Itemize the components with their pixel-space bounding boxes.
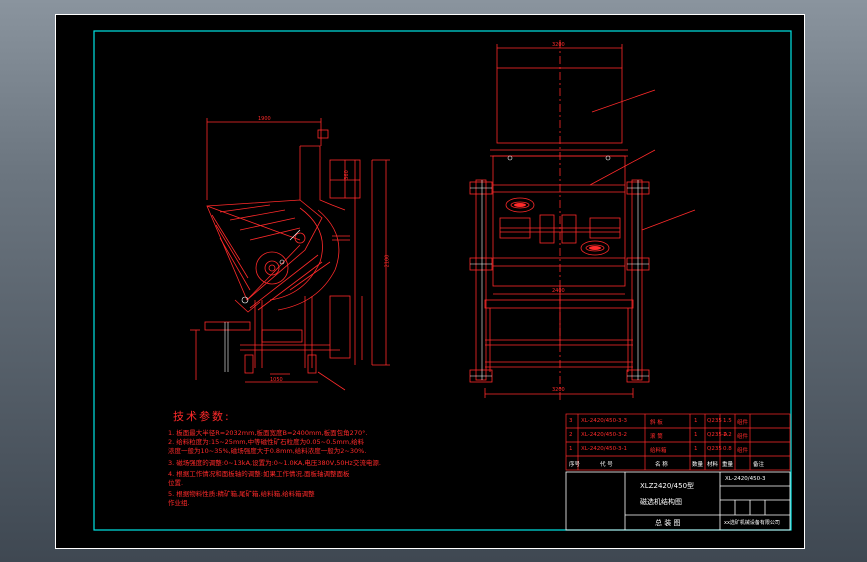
bom-header-wt: 重量 (722, 462, 734, 468)
bom-row-note: 组件 (737, 420, 749, 426)
tech-note: 1. 板面最大半径R=2032mm,板面宽度B=2400mm,板面包角270°. (168, 429, 368, 437)
bom-header-no: 序号 (569, 462, 581, 468)
dim-side-right: 360 (343, 170, 350, 180)
bom-row-no: 3 (569, 418, 573, 424)
front-view-white (470, 155, 649, 380)
bom-row-name: 滚 筒 (650, 434, 663, 440)
inner-border (93, 30, 792, 531)
title-drawing-no: XL-2420/450-3 (725, 476, 766, 482)
dim-side-bottom: 1050 (270, 377, 283, 383)
tech-note: 3. 磁场强度的调整:0~13kA,设置为:0~1.0KA,电压380V,50H… (168, 459, 381, 467)
front-view-ovals (514, 203, 601, 250)
tech-note: 5. 根据物料性质:精矿箱,尾矿箱,给料箱,给料箱调整 (168, 490, 315, 498)
dim-front-bottom: 3200 (552, 387, 565, 393)
bom-row-wt: 1.5 (723, 418, 732, 424)
dim-front-mid: 2400 (552, 288, 565, 294)
bom-row-wt: 0.8 (723, 446, 732, 452)
title-model: XLZ2420/450型 (640, 482, 695, 490)
side-view (190, 118, 390, 391)
bom-row-qty: 1 (694, 446, 698, 452)
tech-note: 作业组. (168, 499, 190, 507)
dim-front-top: 3200 (552, 42, 565, 48)
tech-note: 2. 给料粒度为:15~25mm,中等磁性矿石粒度为0.05~0.5mm,给料 (168, 438, 365, 446)
bom-row-no: 1 (569, 446, 573, 452)
tech-note: 4. 根据工作情况和面板轴的调整:如果工作情况,面板轴调整面板 (168, 470, 350, 478)
bom-row-qty: 1 (694, 418, 698, 424)
bom-row-code: XL-2420/450-3-1 (581, 446, 628, 452)
dim-side-top: 1900 (258, 116, 271, 122)
bom-row-name: 给料箱 (650, 448, 667, 454)
tech-req-title: 技术参数: (173, 410, 231, 423)
bom-header-name: 名 称 (655, 462, 668, 468)
bom-row-no: 2 (569, 432, 573, 438)
tech-note: 浓度一般为10~35%,磁场强度大于0.8mm,给料浓度一般为2~30%. (168, 447, 367, 455)
bom-header-mat: 材料 (707, 462, 719, 468)
bom-row-mat: Q235 (707, 446, 722, 452)
bom-row-mat: Q235 (707, 418, 722, 424)
front-view (469, 40, 696, 400)
bom-row-code: XL-2420/450-3-3 (581, 418, 628, 424)
bom-row-name: 斜 板 (650, 420, 663, 426)
title-company: xx选矿机械设备有限公司 (724, 520, 780, 526)
tech-note: 位置. (168, 479, 184, 487)
bom-row-code: XL-2420/450-3-2 (581, 432, 628, 438)
bom-row-note: 组件 (737, 448, 749, 454)
title-name: 磁选机结构图 (640, 498, 682, 506)
bom-header-note: 备注 (753, 462, 765, 468)
bom-header-code: 代 号 (600, 462, 613, 468)
bom-row-qty: 1 (694, 432, 698, 438)
bom-row-note: 组件 (737, 434, 749, 440)
title-doc-type: 总 装 图 (655, 519, 681, 527)
dim-side-height: 2100 (384, 254, 391, 268)
bom-row-wt: 1.2 (723, 432, 732, 438)
bom-header-qty: 数量 (692, 462, 704, 468)
